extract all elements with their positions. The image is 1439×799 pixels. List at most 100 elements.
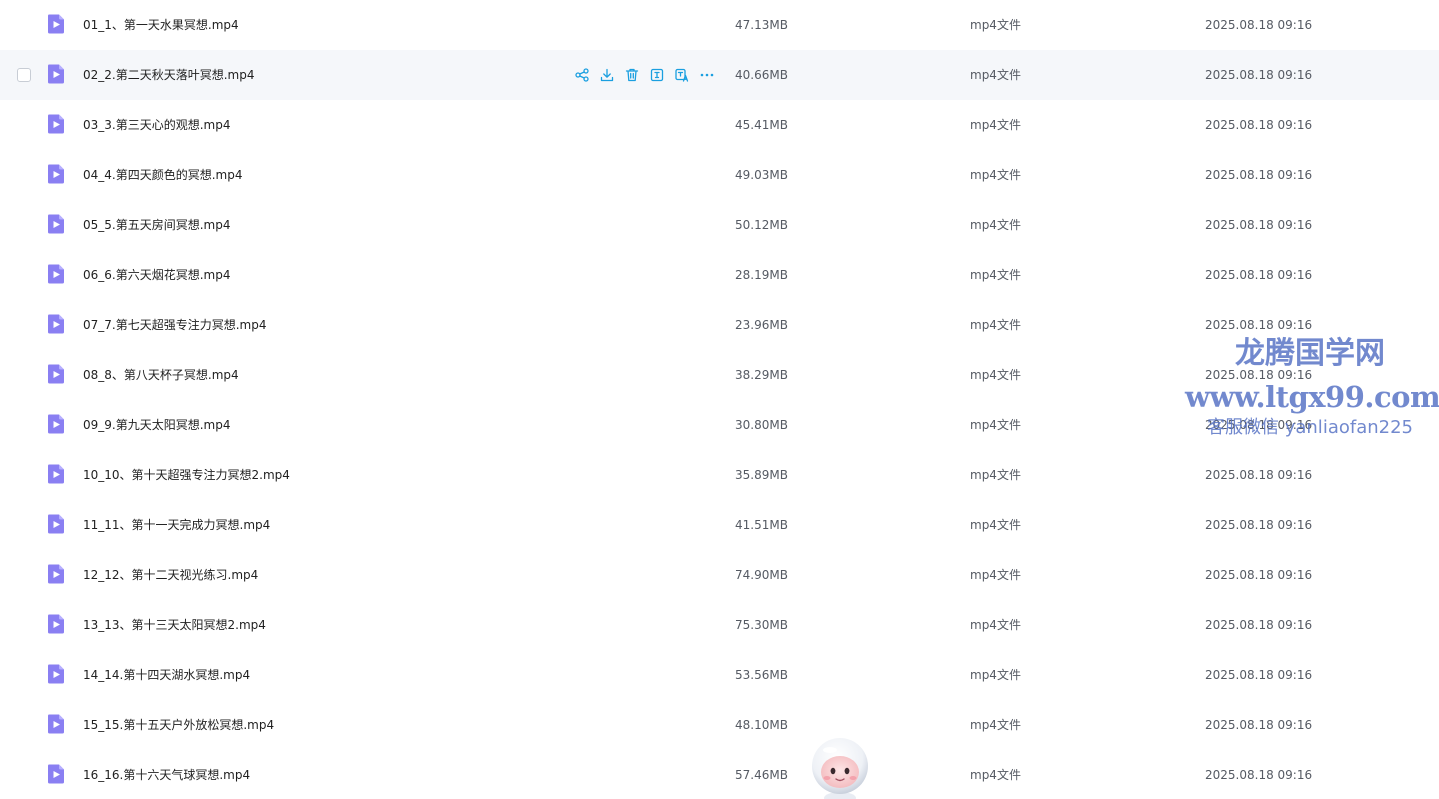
- video-file-icon: [46, 263, 66, 285]
- file-name[interactable]: 14_14.第十四天湖水冥想.mp4: [83, 650, 250, 700]
- video-file-icon: [46, 763, 66, 785]
- table-row[interactable]: 03_3.第三天心的观想.mp4 45.41MB mp4文件 2025.08.18 0…: [0, 100, 1439, 150]
- file-size: 28.19MB: [735, 268, 788, 282]
- file-name[interactable]: 12_12、第十二天视光练习.mp4: [83, 550, 258, 600]
- file-name[interactable]: 13_13、第十三天太阳冥想2.mp4: [83, 600, 266, 650]
- file-type: mp4文件: [970, 318, 1021, 332]
- file-name[interactable]: 09_9.第九天太阳冥想.mp4: [83, 400, 230, 450]
- video-file-icon: [46, 613, 66, 635]
- file-name[interactable]: 10_10、第十天超强专注力冥想2.mp4: [83, 450, 290, 500]
- delete-icon[interactable]: [624, 67, 640, 83]
- file-name[interactable]: 15_15.第十五天户外放松冥想.mp4: [83, 700, 274, 750]
- file-date: 2025.08.18 09:16: [1205, 118, 1313, 132]
- download-icon[interactable]: [599, 67, 615, 83]
- file-date: 2025.08.18 09:16: [1205, 268, 1313, 282]
- video-file-icon: [46, 663, 66, 685]
- row-checkbox[interactable]: [17, 68, 31, 82]
- file-list: 01_1、第一天水果冥想.mp4 47.13MB mp4文件 2025.08.18 0…: [0, 0, 1439, 799]
- table-row[interactable]: 15_15.第十五天户外放松冥想.mp4 48.10MB mp4文件 2025.08.…: [0, 700, 1439, 750]
- file-browser: 01_1、第一天水果冥想.mp4 47.13MB mp4文件 2025.08.18 0…: [0, 0, 1439, 799]
- video-file-icon: [46, 363, 66, 385]
- file-name[interactable]: 04_4.第四天颜色的冥想.mp4: [83, 150, 242, 200]
- file-date: 2025.08.18 09:16: [1205, 518, 1313, 532]
- file-type: mp4文件: [970, 118, 1021, 132]
- table-row[interactable]: 04_4.第四天颜色的冥想.mp4 49.03MB mp4文件 2025.08.18 …: [0, 150, 1439, 200]
- video-file-icon: [46, 513, 66, 535]
- video-file-icon: [46, 413, 66, 435]
- file-size: 50.12MB: [735, 218, 788, 232]
- file-date: 2025.08.18 09:16: [1205, 668, 1313, 682]
- file-date: 2025.08.18 09:16: [1205, 418, 1313, 432]
- table-row[interactable]: 12_12、第十二天视光练习.mp4 74.90MB mp4文件 2025.08.18…: [0, 550, 1439, 600]
- video-file-icon: [46, 113, 66, 135]
- file-size: 35.89MB: [735, 468, 788, 482]
- file-name[interactable]: 07_7.第七天超强专注力冥想.mp4: [83, 300, 266, 350]
- file-size: 53.56MB: [735, 668, 788, 682]
- file-size: 23.96MB: [735, 318, 788, 332]
- video-file-icon: [46, 713, 66, 735]
- file-name[interactable]: 11_11、第十一天完成力冥想.mp4: [83, 500, 270, 550]
- table-row[interactable]: 16_16.第十六天气球冥想.mp4 57.46MB mp4文件 2025.08.18…: [0, 750, 1439, 799]
- video-file-icon: [46, 63, 66, 85]
- file-date: 2025.08.18 09:16: [1205, 718, 1313, 732]
- table-row[interactable]: 07_7.第七天超强专注力冥想.mp4 23.96MB mp4文件 2025.08.1…: [0, 300, 1439, 350]
- file-date: 2025.08.18 09:16: [1205, 68, 1313, 82]
- file-name[interactable]: 02_2.第二天秋天落叶冥想.mp4: [83, 50, 254, 100]
- table-row[interactable]: 10_10、第十天超强专注力冥想2.mp4 35.89MB mp4文件 2025.08…: [0, 450, 1439, 500]
- file-size: 45.41MB: [735, 118, 788, 132]
- video-file-icon: [46, 313, 66, 335]
- file-size: 57.46MB: [735, 768, 788, 782]
- file-type: mp4文件: [970, 418, 1021, 432]
- file-type: mp4文件: [970, 618, 1021, 632]
- file-type: mp4文件: [970, 18, 1021, 32]
- file-size: 74.90MB: [735, 568, 788, 582]
- file-size: 40.66MB: [735, 68, 788, 82]
- table-row[interactable]: 11_11、第十一天完成力冥想.mp4 41.51MB mp4文件 2025.08.1…: [0, 500, 1439, 550]
- video-file-icon: [46, 213, 66, 235]
- table-row[interactable]: 09_9.第九天太阳冥想.mp4 30.80MB mp4文件 2025.08.18 0…: [0, 400, 1439, 450]
- more-icon[interactable]: [699, 67, 715, 83]
- file-name[interactable]: 08_8、第八天杯子冥想.mp4: [83, 350, 239, 400]
- file-type: mp4文件: [970, 68, 1021, 82]
- table-row[interactable]: 14_14.第十四天湖水冥想.mp4 53.56MB mp4文件 2025.08.18…: [0, 650, 1439, 700]
- file-name[interactable]: 03_3.第三天心的观想.mp4: [83, 100, 230, 150]
- video-file-icon: [46, 163, 66, 185]
- table-row[interactable]: 05_5.第五天房间冥想.mp4 50.12MB mp4文件 2025.08.18 0…: [0, 200, 1439, 250]
- file-size: 47.13MB: [735, 18, 788, 32]
- table-row[interactable]: 13_13、第十三天太阳冥想2.mp4 75.30MB mp4文件 2025.08.1…: [0, 600, 1439, 650]
- video-file-icon: [46, 563, 66, 585]
- video-file-icon: [46, 463, 66, 485]
- row-actions: [574, 67, 715, 83]
- file-name[interactable]: 01_1、第一天水果冥想.mp4: [83, 0, 239, 50]
- file-date: 2025.08.18 09:16: [1205, 768, 1313, 782]
- file-date: 2025.08.18 09:16: [1205, 368, 1313, 382]
- table-row[interactable]: 08_8、第八天杯子冥想.mp4 38.29MB mp4文件 2025.08.18 0…: [0, 350, 1439, 400]
- table-row[interactable]: 06_6.第六天烟花冥想.mp4 28.19MB mp4文件 2025.08.18 0…: [0, 250, 1439, 300]
- video-file-icon: [46, 13, 66, 35]
- rename-icon[interactable]: [649, 67, 665, 83]
- file-date: 2025.08.18 09:16: [1205, 218, 1313, 232]
- table-row[interactable]: 01_1、第一天水果冥想.mp4 47.13MB mp4文件 2025.08.18 0…: [0, 0, 1439, 50]
- file-type: mp4文件: [970, 518, 1021, 532]
- file-date: 2025.08.18 09:16: [1205, 168, 1313, 182]
- file-date: 2025.08.18 09:16: [1205, 318, 1313, 332]
- translate-icon[interactable]: [674, 67, 690, 83]
- file-date: 2025.08.18 09:16: [1205, 18, 1313, 32]
- table-row[interactable]: 02_2.第二天秋天落叶冥想.mp4 40.66MB mp4文件 2025.08.18…: [0, 50, 1439, 100]
- file-size: 49.03MB: [735, 168, 788, 182]
- file-type: mp4文件: [970, 768, 1021, 782]
- file-date: 2025.08.18 09:16: [1205, 568, 1313, 582]
- file-type: mp4文件: [970, 218, 1021, 232]
- share-icon[interactable]: [574, 67, 590, 83]
- file-type: mp4文件: [970, 668, 1021, 682]
- file-size: 30.80MB: [735, 418, 788, 432]
- file-name[interactable]: 05_5.第五天房间冥想.mp4: [83, 200, 230, 250]
- assistant-mascot-icon[interactable]: [806, 736, 874, 799]
- file-type: mp4文件: [970, 468, 1021, 482]
- file-name[interactable]: 16_16.第十六天气球冥想.mp4: [83, 750, 250, 799]
- file-size: 75.30MB: [735, 618, 788, 632]
- file-type: mp4文件: [970, 368, 1021, 382]
- file-date: 2025.08.18 09:16: [1205, 618, 1313, 632]
- file-size: 48.10MB: [735, 718, 788, 732]
- file-name[interactable]: 06_6.第六天烟花冥想.mp4: [83, 250, 230, 300]
